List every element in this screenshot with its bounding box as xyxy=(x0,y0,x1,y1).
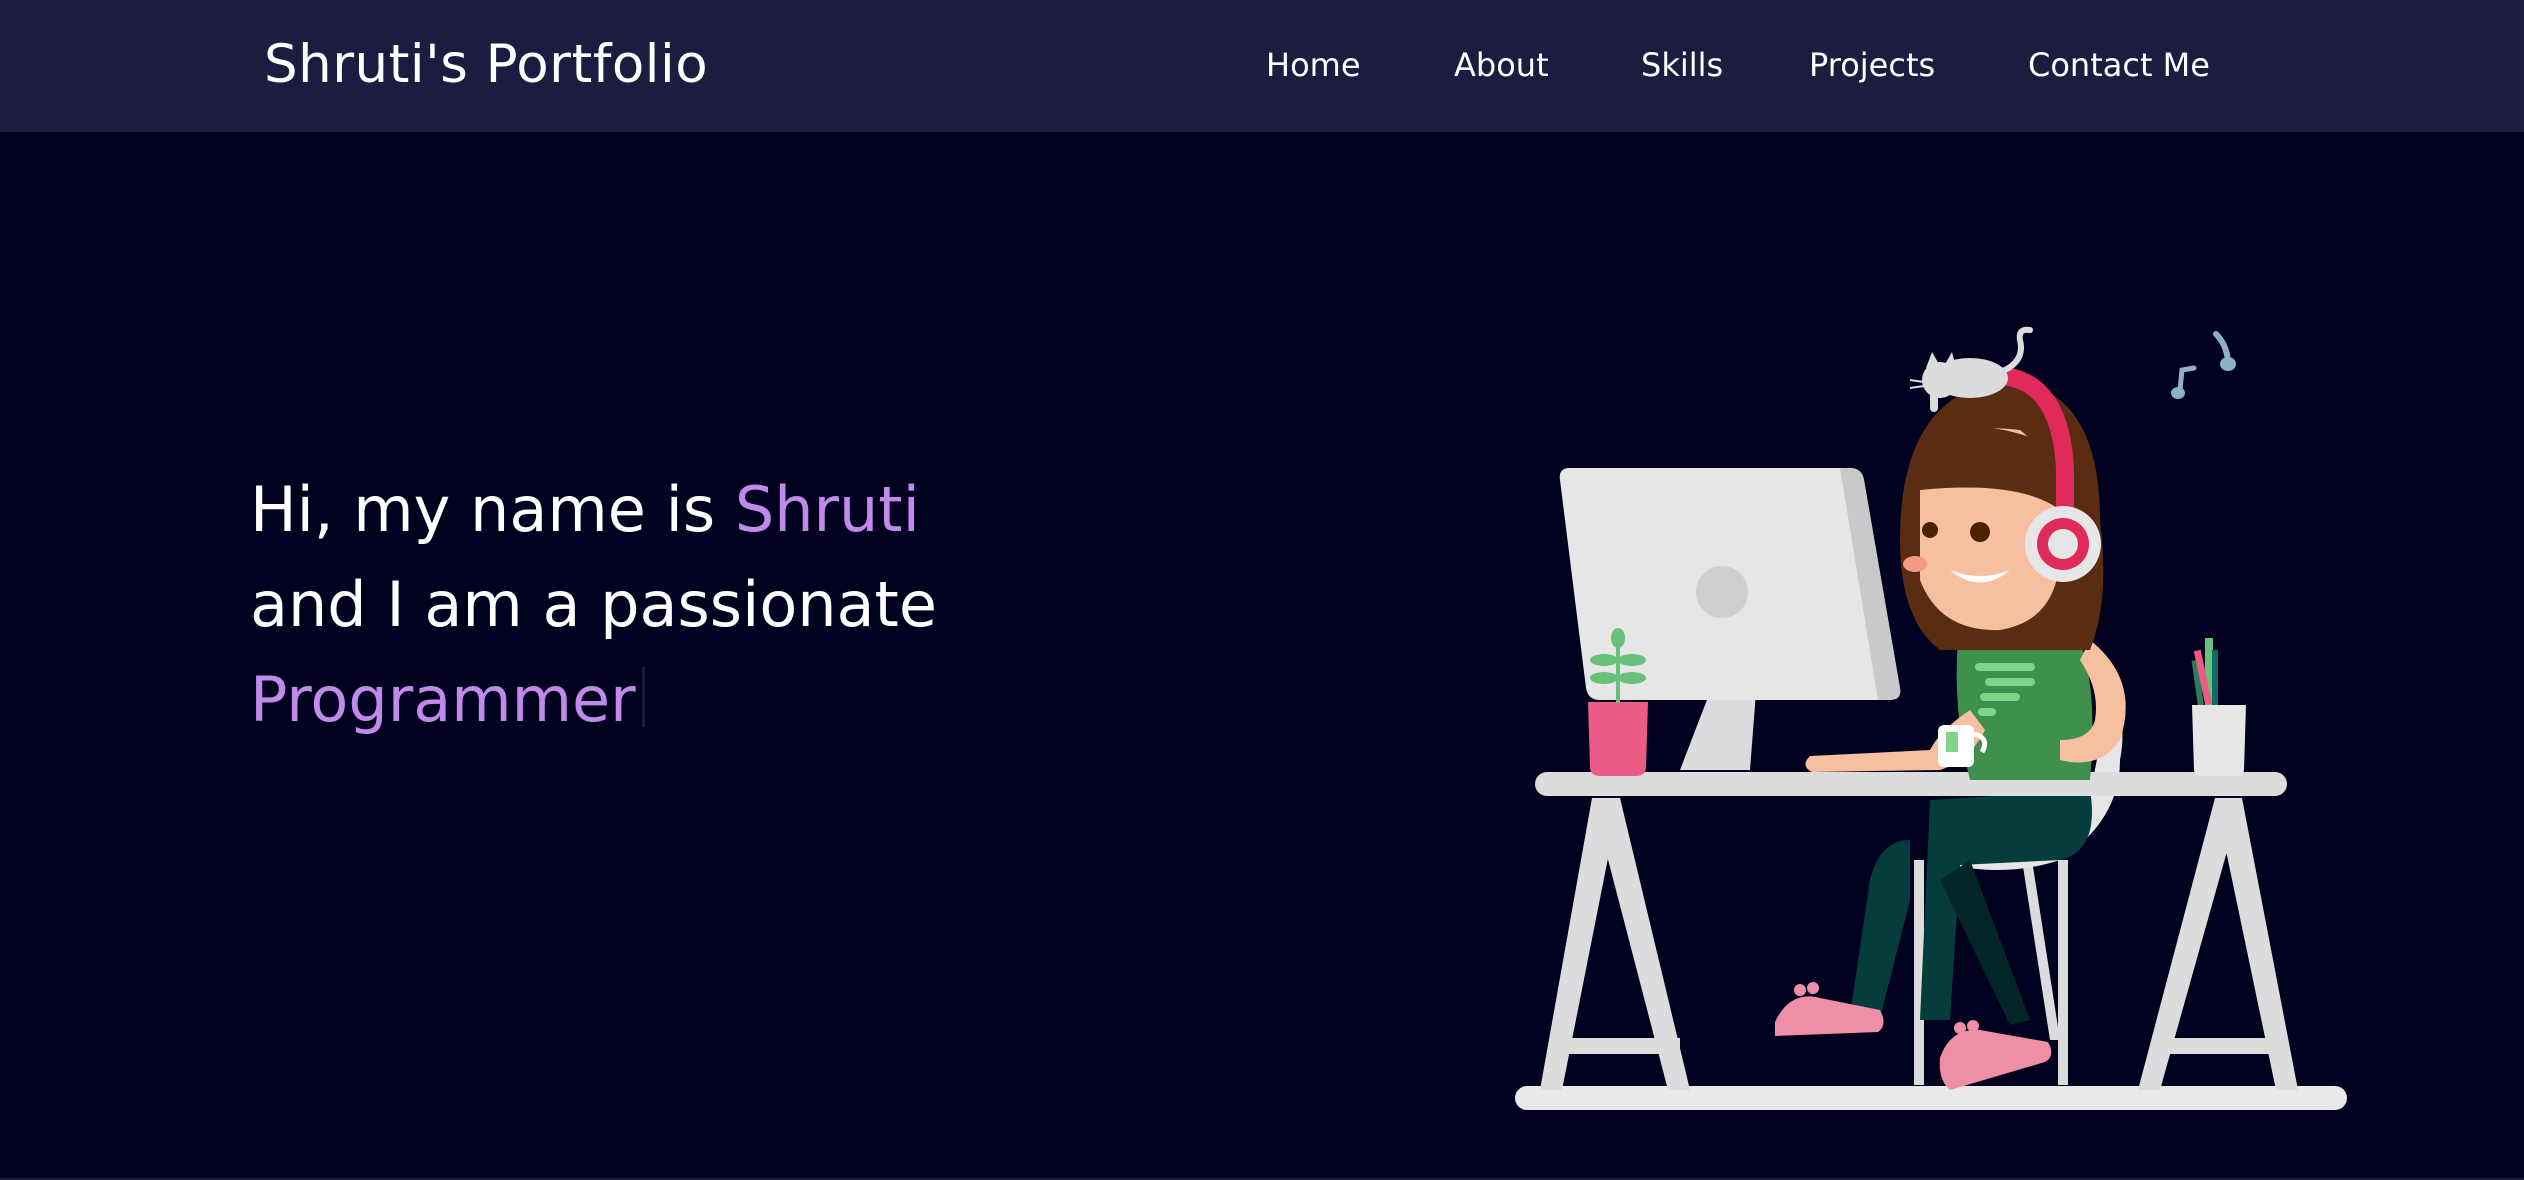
nav-about-link[interactable]: About xyxy=(1454,42,1549,88)
nav-home-link[interactable]: Home xyxy=(1266,42,1361,88)
hero-line-1: Hi, my name is Shruti xyxy=(250,462,937,557)
desk-left-leg xyxy=(1540,798,1690,1090)
girl-at-desk-illustration xyxy=(1515,326,2347,1110)
music-notes-icon xyxy=(2171,331,2236,399)
site-brand[interactable]: Shruti's Portfolio xyxy=(264,30,708,100)
hero-line-2: and I am a passionate xyxy=(250,568,937,641)
pencil-cup xyxy=(2191,638,2246,776)
typing-caret xyxy=(641,667,645,727)
hero-role-typed: Programmer xyxy=(250,663,636,736)
desk-right-leg xyxy=(2138,798,2298,1090)
hero-line-3: Programmer xyxy=(250,652,937,747)
desk-top xyxy=(1535,772,2287,796)
nav-projects-link[interactable]: Projects xyxy=(1809,42,1935,88)
nav-contact-link[interactable]: Contact Me xyxy=(2028,42,2210,88)
nav-skills-link[interactable]: Skills xyxy=(1641,42,1723,88)
hero-name: Shruti xyxy=(734,473,920,546)
floor-bar xyxy=(1515,1086,2347,1110)
navbar: Shruti's Portfolio Home About Skills Pro… xyxy=(0,0,2524,132)
hero-intro: Hi, my name is Shruti and I am a passion… xyxy=(250,462,937,747)
person-legs xyxy=(1850,790,2092,1025)
hero-greeting: Hi, my name is xyxy=(250,473,735,546)
